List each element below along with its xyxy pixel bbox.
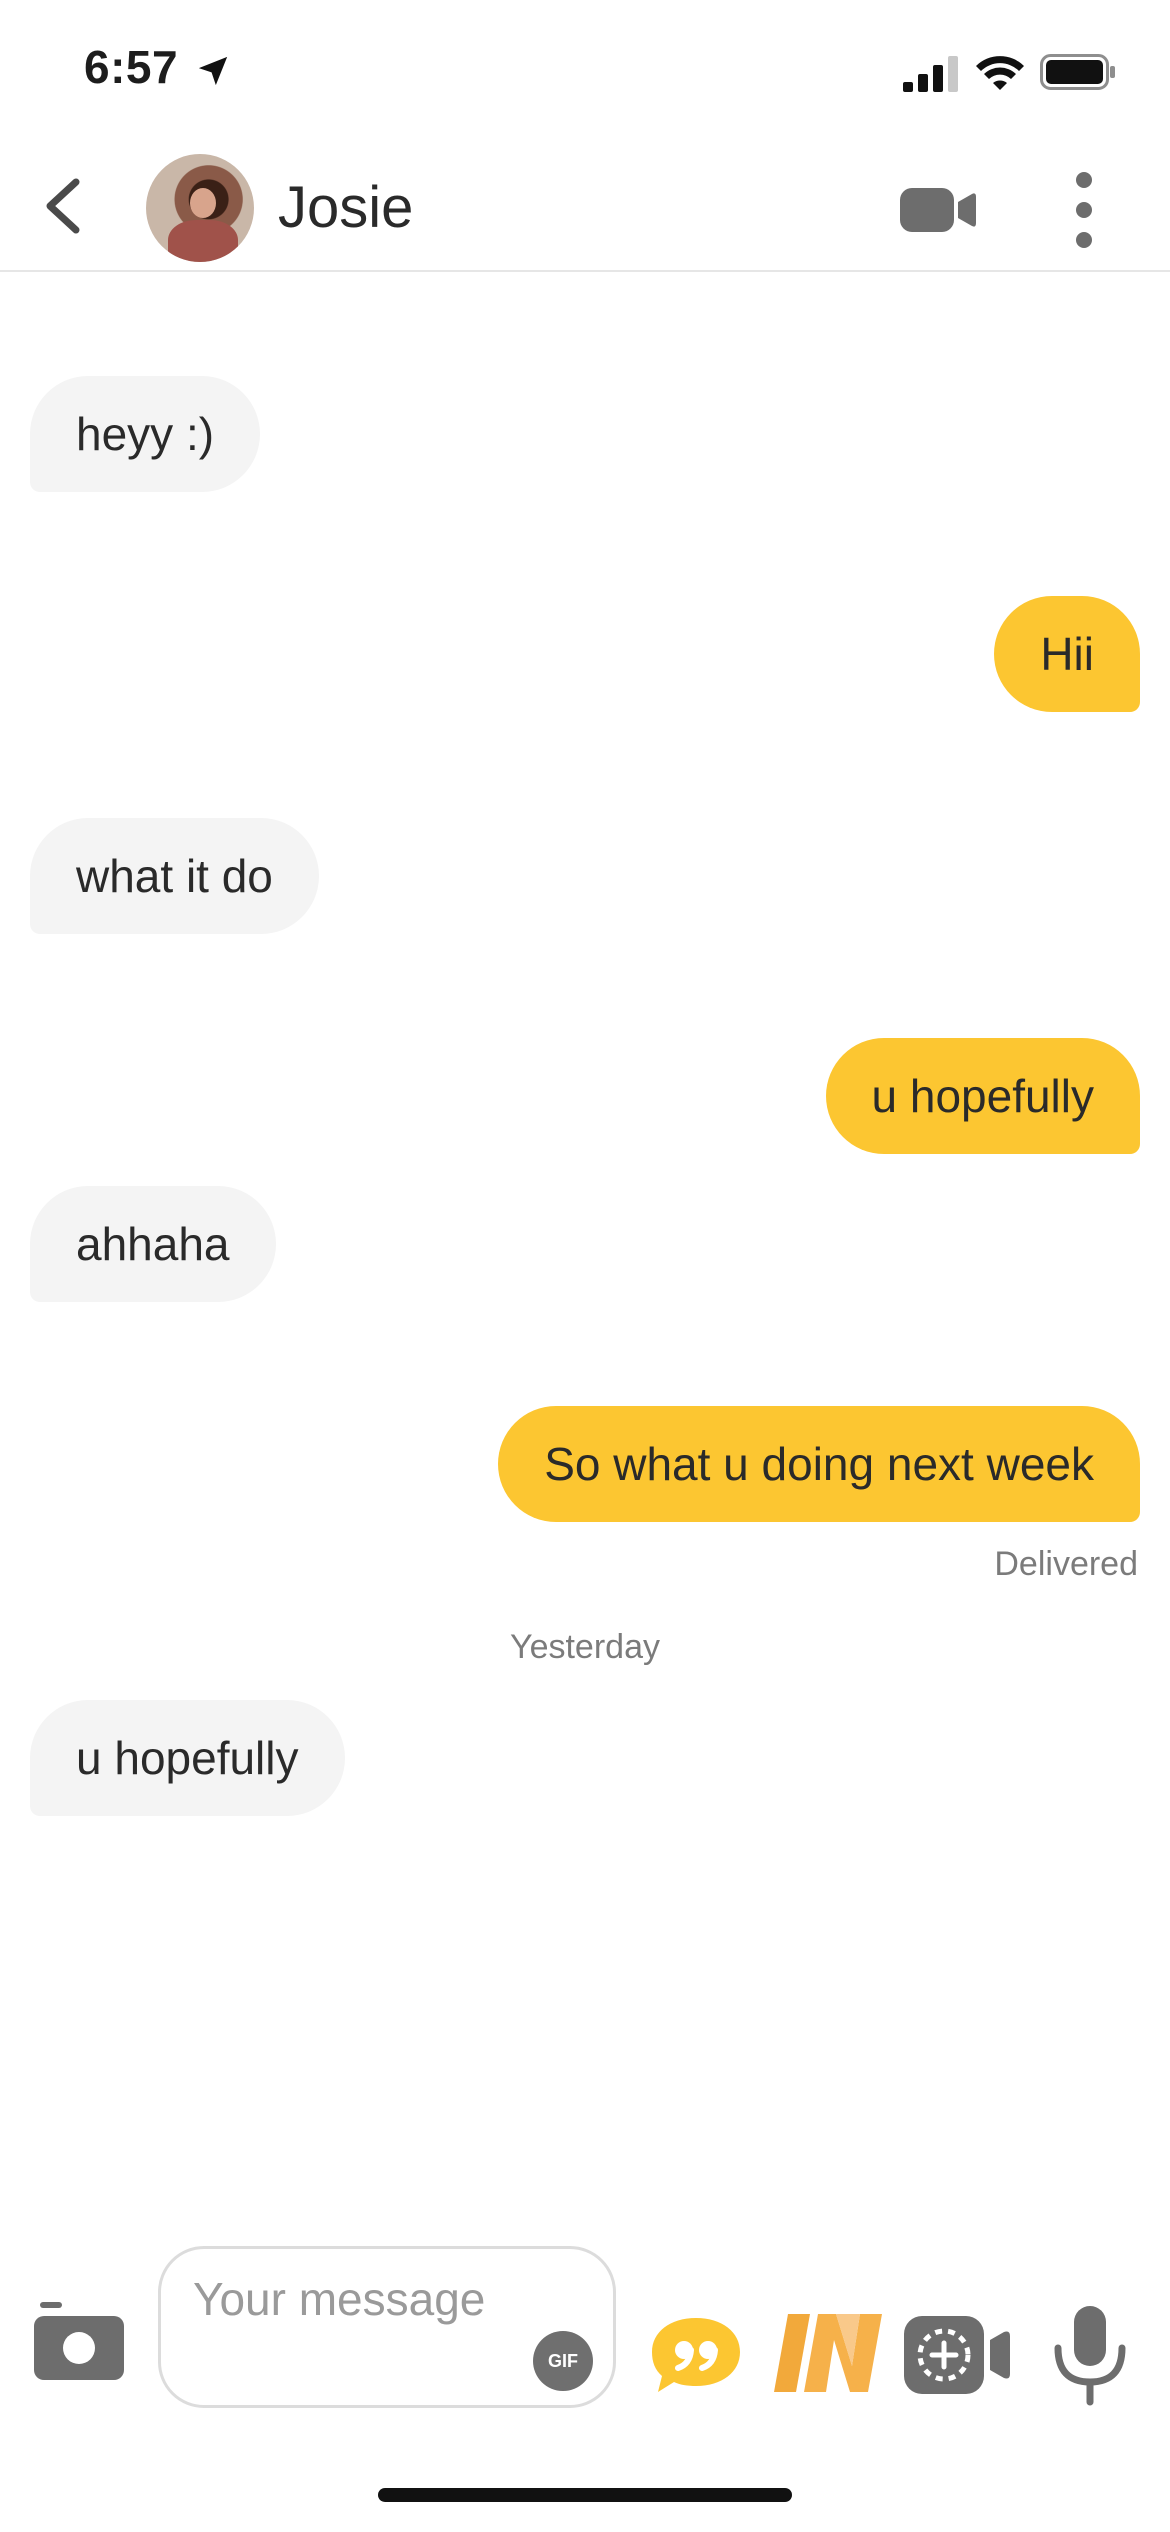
outgoing-message[interactable]: Hii <box>994 596 1140 712</box>
video-call-icon[interactable] <box>900 186 976 234</box>
cellular-signal-icon <box>903 56 958 92</box>
avatar[interactable] <box>146 154 254 262</box>
message-input[interactable] <box>193 2271 493 2381</box>
contact-name[interactable]: Josie <box>278 174 413 241</box>
in-icon[interactable] <box>774 2310 884 2396</box>
day-separator: Yesterday <box>510 1628 660 1666</box>
outgoing-message[interactable]: u hopefully <box>825 1038 1140 1154</box>
delivery-status: Delivered <box>994 1545 1138 1583</box>
battery-icon <box>1040 54 1115 90</box>
incoming-message[interactable]: what it do <box>30 818 319 934</box>
home-indicator[interactable] <box>378 2488 792 2502</box>
video-note-icon[interactable] <box>904 2312 1014 2398</box>
message-field[interactable]: GIF <box>158 2246 616 2408</box>
outgoing-message[interactable]: So what u doing next week <box>498 1406 1140 1522</box>
incoming-message[interactable]: u hopefully <box>30 1700 345 1816</box>
incoming-message[interactable]: ahhaha <box>30 1186 276 1302</box>
status-time: 6:57 <box>84 41 179 93</box>
location-arrow-icon <box>198 56 228 86</box>
more-options-icon[interactable] <box>1068 172 1100 248</box>
back-chevron-icon[interactable] <box>40 176 84 236</box>
microphone-icon[interactable] <box>1052 2306 1128 2406</box>
wifi-icon <box>976 56 1024 90</box>
camera-icon[interactable] <box>34 2302 124 2382</box>
gif-button[interactable]: GIF <box>533 2331 593 2391</box>
incoming-message[interactable]: heyy :) <box>30 376 261 492</box>
chat-header: Josie <box>0 150 1170 272</box>
quote-icon[interactable] <box>650 2316 742 2396</box>
